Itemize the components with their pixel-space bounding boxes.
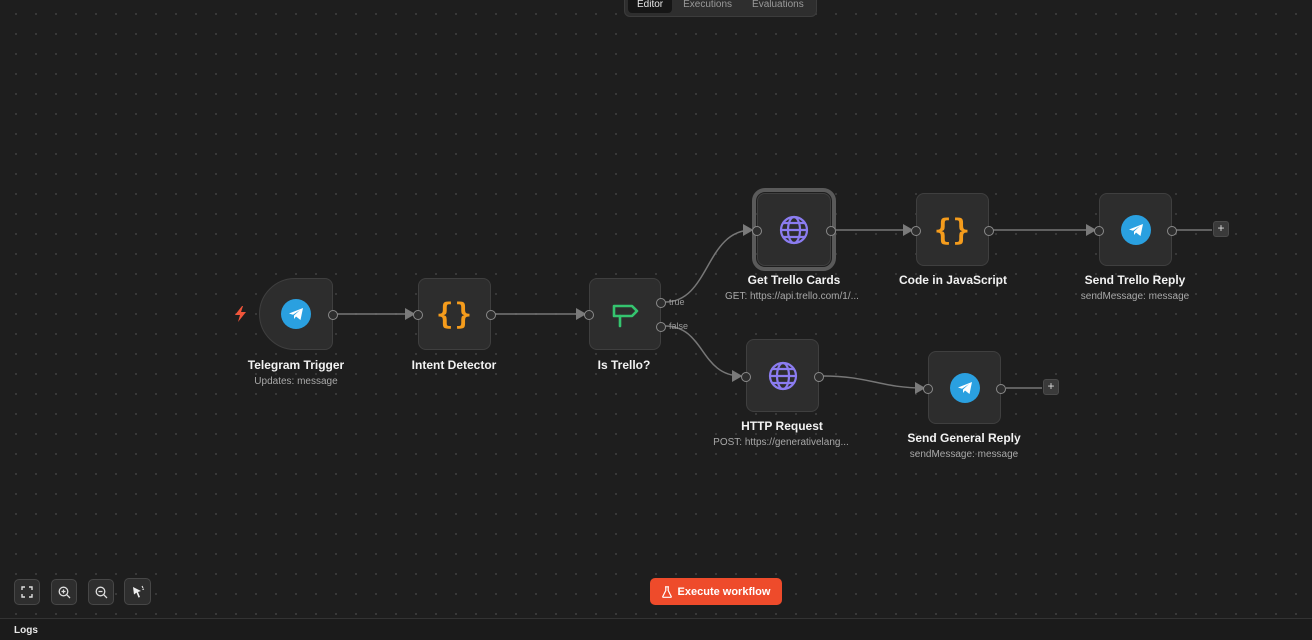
node-send-general-reply[interactable] <box>923 351 1006 424</box>
output-handle[interactable] <box>814 372 824 382</box>
node-send-trello-reply[interactable] <box>1094 193 1177 266</box>
globe-icon <box>768 361 797 390</box>
node-http-request[interactable] <box>741 339 824 412</box>
node-label: Code in JavaScript <box>898 273 1008 287</box>
node-intent-detector[interactable]: {} <box>413 278 496 350</box>
node-subtitle: POST: https://generativelang... <box>713 437 849 448</box>
input-handle[interactable] <box>413 310 423 320</box>
node-subtitle: sendMessage: message <box>1080 291 1190 302</box>
node-subtitle: GET: https://api.trello.com/1/... <box>725 291 859 302</box>
input-handle[interactable] <box>752 226 762 236</box>
code-braces-icon: {} <box>934 212 971 247</box>
flask-icon <box>661 585 672 598</box>
execute-workflow-button[interactable]: Execute workflow <box>650 578 782 605</box>
input-handle[interactable] <box>1094 226 1104 236</box>
workflow-canvas[interactable]: Editor Executions Evaluations Telegram T… <box>0 0 1312 618</box>
edge-http-sendgeneral <box>822 375 926 394</box>
fit-view-icon <box>21 586 33 598</box>
tab-evaluations[interactable]: Evaluations <box>743 0 813 13</box>
signpost-icon <box>612 304 639 328</box>
zoom-in-icon <box>58 586 70 598</box>
node-subtitle: sendMessage: message <box>909 449 1019 460</box>
input-handle[interactable] <box>923 384 933 394</box>
output-handle-true[interactable] <box>656 298 666 308</box>
trigger-bolt-icon <box>235 306 246 322</box>
telegram-icon <box>949 372 980 403</box>
logs-panel-bar[interactable]: Logs <box>0 618 1312 640</box>
zoom-out-button[interactable] <box>88 579 114 605</box>
telegram-icon <box>281 299 311 329</box>
zoom-in-button[interactable] <box>51 579 77 605</box>
node-telegram-trigger[interactable] <box>259 278 338 350</box>
node-get-trello-cards[interactable] <box>752 188 836 271</box>
node-label: Send General Reply <box>907 431 1021 445</box>
output-handle[interactable] <box>328 310 338 320</box>
input-handle[interactable] <box>741 372 751 382</box>
output-handle[interactable] <box>1167 226 1177 236</box>
input-handle[interactable] <box>584 310 594 320</box>
node-label: Is Trello? <box>597 358 651 372</box>
node-is-trello[interactable] <box>584 278 666 350</box>
output-handle[interactable] <box>984 226 994 236</box>
execute-workflow-label: Execute workflow <box>677 585 771 598</box>
node-label: HTTP Request <box>741 419 823 433</box>
code-braces-icon: {} <box>436 297 473 331</box>
zoom-out-icon <box>95 586 107 598</box>
tab-editor[interactable]: Editor <box>628 0 673 13</box>
tidy-up-icon <box>132 585 144 598</box>
fit-view-button[interactable] <box>14 579 40 605</box>
mode-tabs: Editor Executions Evaluations <box>624 0 817 17</box>
telegram-icon <box>1120 214 1151 245</box>
input-handle[interactable] <box>911 226 921 236</box>
output-handle-false[interactable] <box>656 322 666 332</box>
node-code-in-javascript[interactable]: {} <box>911 193 994 266</box>
add-node-button[interactable]: + <box>1043 379 1059 395</box>
add-node-button[interactable]: + <box>1213 221 1229 237</box>
tab-executions[interactable]: Executions <box>674 0 741 13</box>
branch-label-false: false <box>669 321 689 331</box>
node-subtitle: Updates: message <box>254 376 338 387</box>
branch-label-true: true <box>669 297 685 307</box>
output-handle[interactable] <box>996 384 1006 394</box>
logs-label: Logs <box>14 625 38 636</box>
globe-icon <box>779 215 809 244</box>
output-handle[interactable] <box>826 226 836 236</box>
tidy-up-button[interactable] <box>124 578 151 605</box>
output-handle[interactable] <box>486 310 496 320</box>
node-label: Send Trello Reply <box>1084 273 1186 287</box>
